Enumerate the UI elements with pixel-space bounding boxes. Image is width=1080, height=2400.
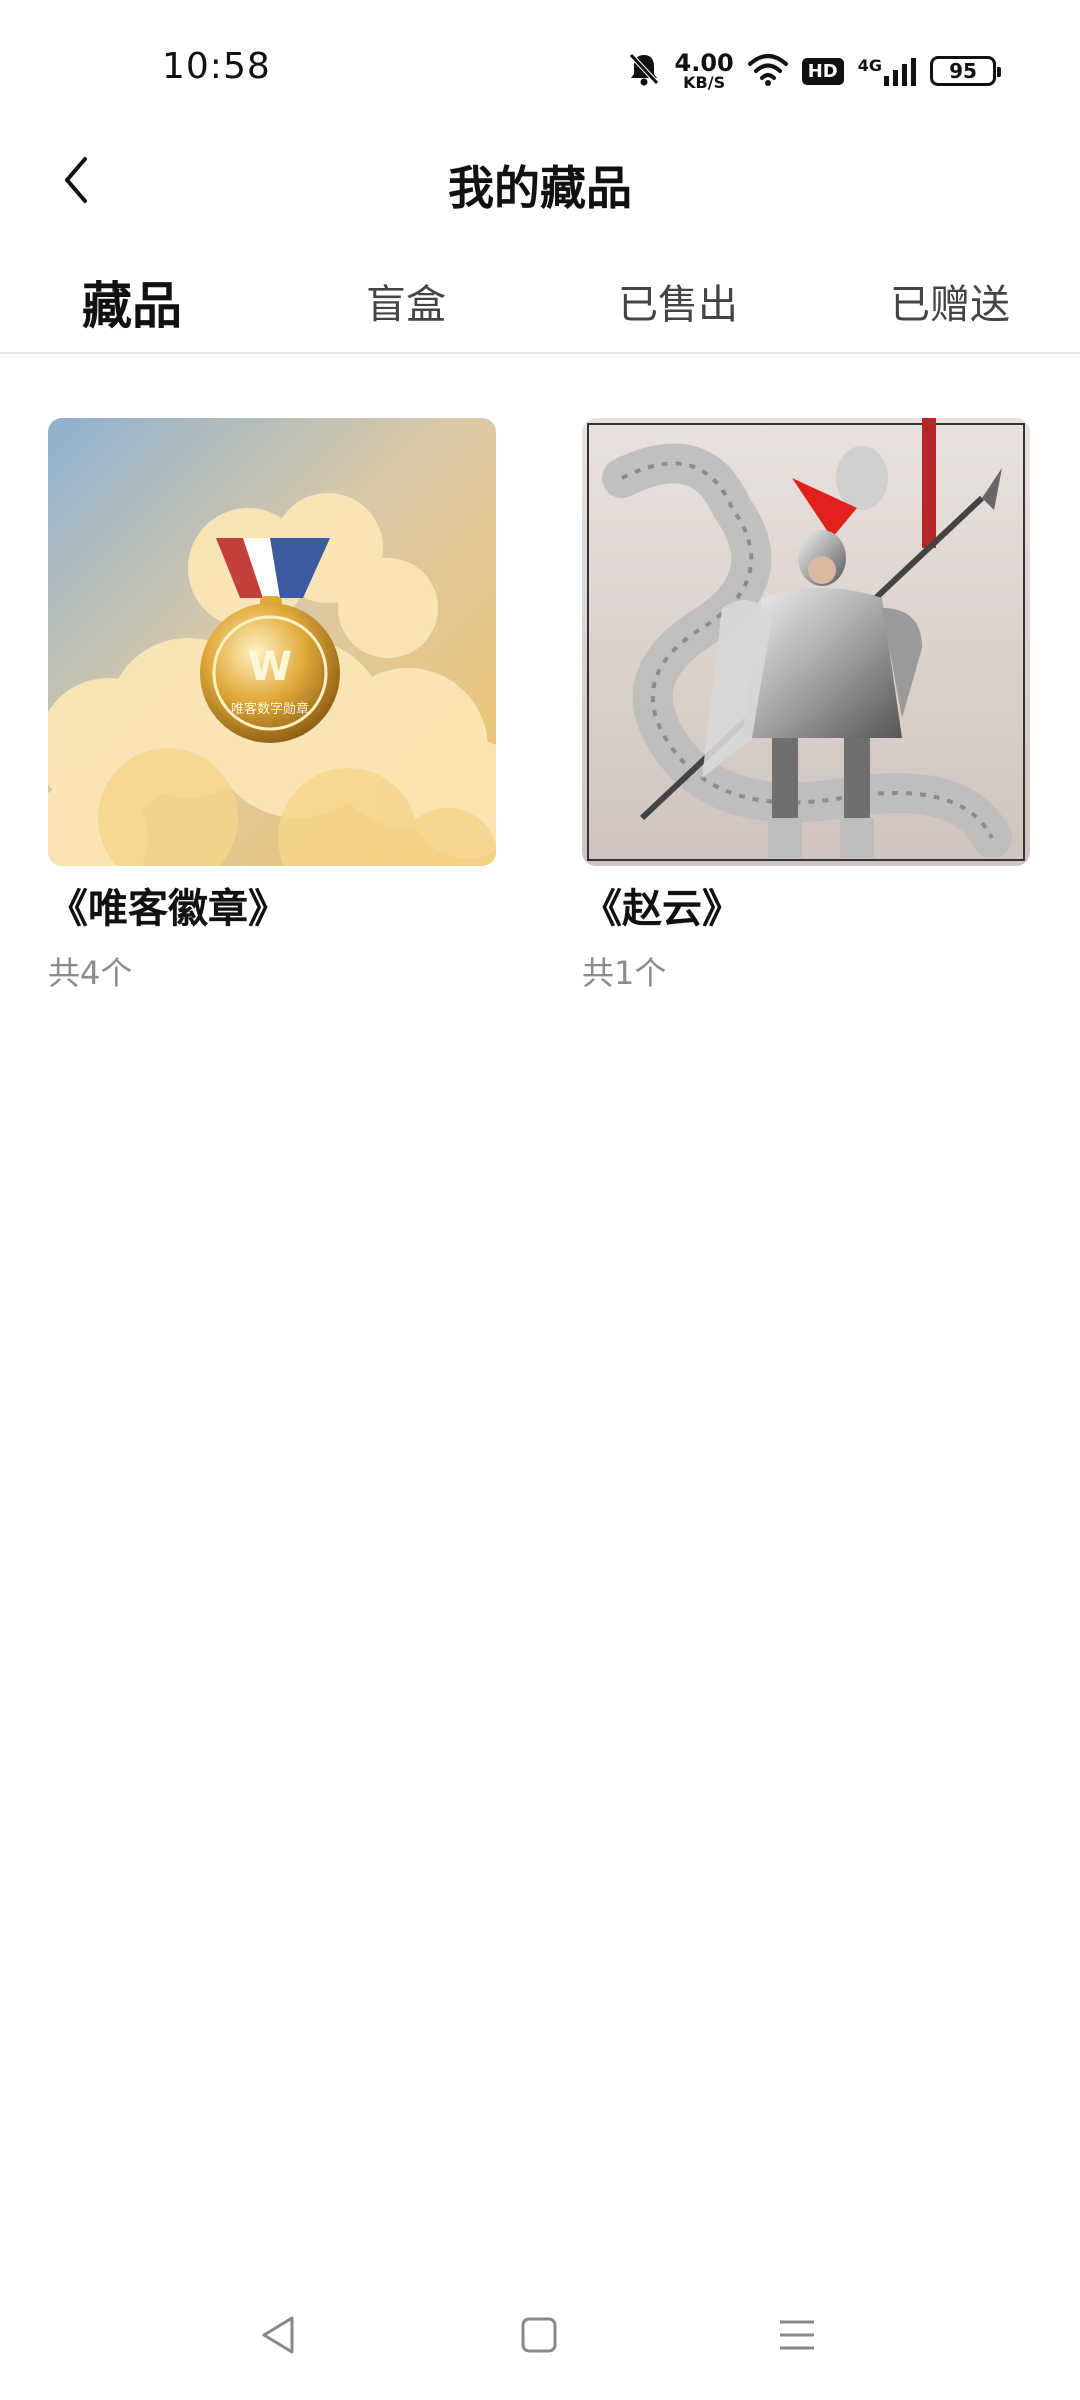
item-name: 《赵云》 (582, 886, 742, 932)
system-menu-button[interactable] (772, 2310, 822, 2360)
item-count: 共4个 (48, 954, 133, 992)
zhaoyun-image (582, 418, 1030, 866)
tab-bar: 藏品 盲盒 已售出 已赠送 (0, 250, 1080, 354)
bell-off-icon (627, 51, 661, 91)
item-count: 共1个 (582, 954, 667, 992)
badge-image: W 唯客数字勋章 (48, 418, 496, 866)
system-nav-bar (0, 2290, 1080, 2380)
status-time: 10:58 (162, 46, 271, 87)
status-icons: 4.00 KB/S HD 4G 95 (627, 46, 1001, 96)
tab-gifted[interactable]: 已赠送 (890, 272, 1010, 342)
menu-lines-icon (780, 2320, 814, 2350)
tab-sold[interactable]: 已售出 (618, 272, 738, 342)
wifi-icon (747, 52, 788, 90)
battery-icon: 95 (930, 56, 1001, 86)
status-bar: 10:58 4.00 KB/S HD 4G 95 (0, 0, 1080, 140)
collection-card-zhaoyun[interactable]: 《赵云》 共1个 (582, 418, 1030, 994)
hd-badge: HD (801, 57, 844, 85)
medal-letter: W (248, 644, 292, 690)
back-triangle-icon (262, 2316, 294, 2354)
home-square-icon (521, 2317, 557, 2353)
network-speed: 4.00 KB/S (674, 49, 734, 92)
item-name: 《唯客徽章》 (48, 886, 288, 932)
system-home-button[interactable] (514, 2310, 564, 2360)
page-title: 我的藏品 (448, 161, 632, 215)
header: 我的藏品 (0, 130, 1080, 230)
tab-blind-box[interactable]: 盲盒 (366, 272, 446, 342)
medal-text: 唯客数字勋章 (231, 701, 309, 717)
collection-card-badge[interactable]: W 唯客数字勋章 《唯客徽章》 共4个 (48, 418, 496, 994)
tab-collection[interactable]: 藏品 (82, 266, 182, 336)
system-back-button[interactable] (254, 2310, 304, 2360)
signal-icon: 4G (858, 56, 916, 86)
